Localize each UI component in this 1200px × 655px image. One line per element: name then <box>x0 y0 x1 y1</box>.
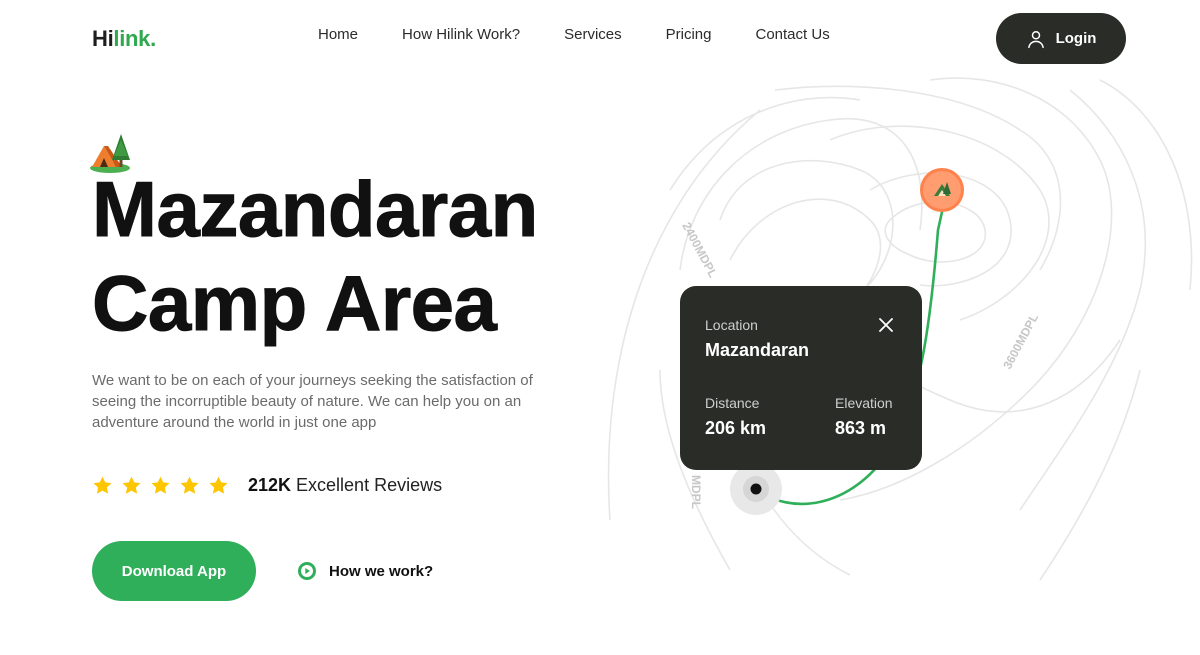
play-icon <box>298 562 316 580</box>
hero-title: Mazandaran Camp Area <box>92 162 539 350</box>
logo-text-part2: link. <box>113 26 156 51</box>
contour-label-3600: 3600MDPL <box>1000 311 1041 371</box>
star-icon <box>209 476 228 494</box>
location-value: Mazandaran <box>705 340 810 360</box>
star-icon <box>151 476 170 494</box>
start-marker-dot <box>750 483 762 495</box>
how-we-work-label: How we work? <box>329 562 434 580</box>
logo[interactable]: Hilink. <box>92 26 156 52</box>
hero-title-line1: Mazandaran <box>92 165 539 254</box>
contour-label-partial: MDPL <box>689 475 703 509</box>
star-icon <box>122 476 141 494</box>
elevation-label: Elevation <box>835 395 893 411</box>
download-app-button[interactable]: Download App <box>92 541 256 601</box>
main-nav: Home How Hilink Work? Services Pricing C… <box>318 26 874 44</box>
nav-contact[interactable]: Contact Us <box>756 26 830 44</box>
hero-description: We want to be on each of your journeys s… <box>92 372 533 431</box>
star-icon <box>180 476 199 494</box>
nav-services[interactable]: Services <box>564 26 622 44</box>
distance-label: Distance <box>705 395 760 411</box>
reviews-label: Excellent Reviews <box>296 475 443 495</box>
how-we-work-link[interactable]: How we work? <box>298 562 433 580</box>
logo-text-part1: Hi <box>92 26 114 51</box>
login-button[interactable]: Login <box>996 13 1126 64</box>
login-label: Login <box>1055 30 1097 47</box>
nav-home[interactable]: Home <box>318 26 358 44</box>
stars <box>92 475 229 496</box>
location-card: Location Mazandaran Distance 206 km Elev… <box>680 286 922 470</box>
user-icon <box>1027 30 1044 48</box>
star-icon <box>93 476 112 494</box>
location-label: Location <box>705 317 758 333</box>
nav-how-it-works[interactable]: How Hilink Work? <box>402 26 520 44</box>
contour-label-2400: 2400MDPL <box>679 220 720 280</box>
rating: 212K Excellent Reviews <box>92 475 442 496</box>
reviews-count: 212K <box>248 475 292 495</box>
distance-value: 206 km <box>705 418 767 438</box>
close-icon[interactable] <box>878 317 894 333</box>
elevation-value: 863 m <box>835 418 887 438</box>
nav-pricing[interactable]: Pricing <box>666 26 712 44</box>
hero-title-line2: Camp Area <box>92 259 498 348</box>
